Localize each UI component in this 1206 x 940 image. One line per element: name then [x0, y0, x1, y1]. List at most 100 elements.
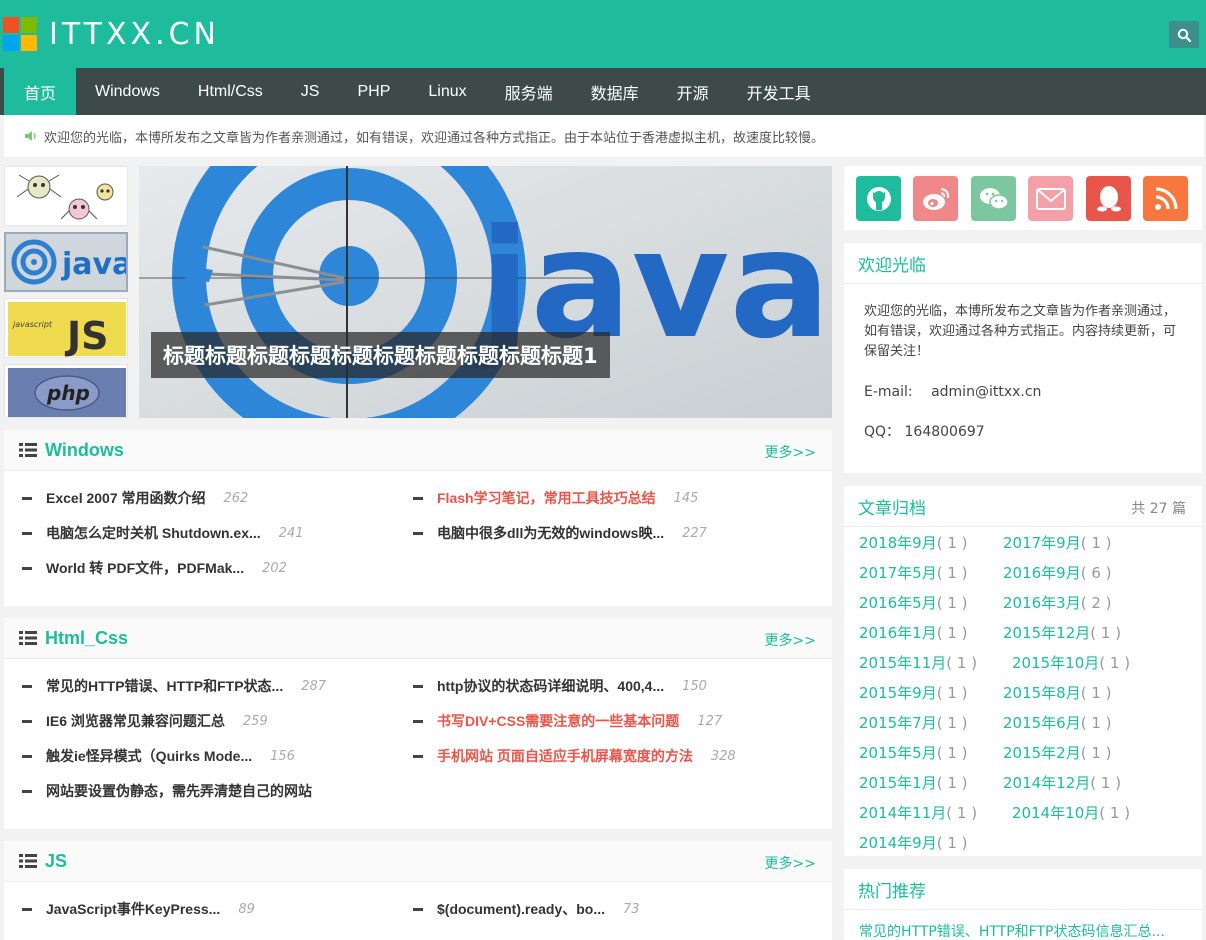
slider-thumb-php[interactable]: php — [4, 364, 128, 418]
archive-link[interactable]: 2015年12月( 1 ) — [1003, 622, 1121, 643]
section-header: JS 更多>> — [4, 841, 832, 882]
archive-link[interactable]: 2014年12月( 1 ) — [1003, 772, 1121, 793]
list-item[interactable]: 书写DIV+CSS需要注意的一些基本问题 127 — [413, 711, 722, 731]
more-link[interactable]: 更多>> — [765, 630, 816, 650]
list-item[interactable]: 手机网站 页面自适应手机屏幕宽度的方法 328 — [413, 746, 736, 766]
slide-caption[interactable]: 标题标题标题标题标题标题标题标题标题标题1 — [151, 332, 610, 378]
more-link[interactable]: 更多>> — [765, 442, 816, 462]
archive-link[interactable]: 2014年9月( 1 ) — [859, 832, 968, 853]
nav-item-php[interactable]: PHP — [338, 68, 409, 115]
archive-count: 共 27 篇 — [1131, 501, 1186, 517]
list-icon — [19, 854, 37, 868]
social-links — [844, 166, 1202, 230]
java-target-icon: java — [6, 234, 126, 290]
github-icon — [866, 186, 891, 211]
nav-item-js[interactable]: JS — [282, 68, 339, 115]
archive-link[interactable]: 2016年3月( 2 ) — [1003, 592, 1112, 613]
list-item[interactable]: $(document).ready、bo... 73 — [413, 899, 640, 919]
slider-thumb-java[interactable]: java — [4, 232, 128, 292]
qq-link[interactable] — [1086, 176, 1131, 221]
archive-link[interactable]: 2015年2月( 1 ) — [1003, 742, 1112, 763]
hot-item[interactable]: 常见的HTTP错误、HTTP和FTP状态码信息汇总... — [859, 921, 1189, 940]
archive-link[interactable]: 2016年5月( 1 ) — [859, 592, 968, 613]
qq-value: 164800697 — [904, 424, 985, 440]
list-item[interactable]: http协议的状态码详细说明、400,4... 150 — [413, 676, 707, 696]
list-item[interactable]: 电脑中很多dll为无效的windows映... 227 — [413, 523, 707, 543]
welcome-text: 欢迎您的光临，本博所发布之文章皆为作者亲测通过，如有错误，欢迎通过各种方式指正。… — [864, 304, 1177, 359]
site-logo[interactable]: ITTXX.CN — [3, 17, 220, 52]
archive-link[interactable]: 2014年11月( 1 ) — [859, 802, 977, 823]
slider-thumb-spiders[interactable] — [4, 166, 128, 226]
github-link[interactable] — [856, 176, 901, 221]
slider-thumb-js[interactable]: javascript JS — [4, 298, 128, 358]
archive-link[interactable]: 2015年6月( 1 ) — [1003, 712, 1112, 733]
nav-item-open-source[interactable]: 开源 — [658, 68, 728, 115]
archive-link[interactable]: 2015年9月( 1 ) — [859, 682, 968, 703]
hot-box: 热门推荐 常见的HTTP错误、HTTP和FTP状态码信息汇总... — [844, 869, 1202, 940]
archive-link[interactable]: 2015年5月( 1 ) — [859, 742, 968, 763]
logo-mark-icon — [3, 17, 38, 52]
weibo-link[interactable] — [913, 176, 958, 221]
list-item[interactable]: 触发ie怪异模式（Quirks Mode... 156 — [22, 746, 295, 766]
nav-item-server[interactable]: 服务端 — [486, 68, 572, 115]
list-item[interactable]: JavaScript事件KeyPress... 89 — [22, 899, 255, 919]
site-header: ITTXX.CN — [0, 0, 1206, 68]
list-item[interactable]: Flash学习笔记，常用工具技巧总结 145 — [413, 488, 698, 508]
thumb-java-label: java — [61, 247, 126, 282]
archive-link[interactable]: 2014年10月( 1 ) — [1012, 802, 1130, 823]
weibo-icon — [922, 187, 949, 210]
email-label: E-mail: — [864, 384, 913, 400]
section-title[interactable]: Html_Css — [45, 628, 128, 649]
js-logo-icon: javascript JS — [8, 302, 126, 358]
list-icon — [19, 443, 37, 457]
archive-link[interactable]: 2016年1月( 1 ) — [859, 622, 968, 643]
hot-header: 热门推荐 — [844, 869, 1202, 910]
archive-link[interactable]: 2015年11月( 1 ) — [859, 652, 977, 673]
mail-link[interactable] — [1028, 176, 1073, 221]
nav-item-linux[interactable]: Linux — [409, 68, 485, 115]
featured-slider[interactable]: java 标题标题标题标题标题标题标题标题标题标题1 — [139, 166, 832, 418]
section-title[interactable]: JS — [45, 851, 67, 872]
list-item[interactable]: World 转 PDF文件，PDFMak... 202 — [22, 558, 287, 578]
archive-link[interactable]: 2015年10月( 1 ) — [1012, 652, 1130, 673]
archive-link[interactable]: 2015年8月( 1 ) — [1003, 682, 1112, 703]
nav-item-home[interactable]: 首页 — [4, 68, 76, 115]
archive-link[interactable]: 2018年9月( 1 ) — [859, 532, 968, 553]
list-item[interactable]: 电脑怎么定时关机 Shutdown.ex... 241 — [22, 523, 304, 543]
php-logo-icon: php — [8, 368, 126, 417]
welcome-header: 欢迎光临 — [844, 243, 1202, 284]
main-nav: 首页 Windows Html/Css JS PHP Linux 服务端 数据库… — [0, 68, 1206, 115]
archive-header: 文章归档 共 27 篇 — [844, 486, 1202, 527]
archive-link[interactable]: 2017年5月( 1 ) — [859, 562, 968, 583]
nav-item-dev-tools[interactable]: 开发工具 — [728, 68, 830, 115]
list-item[interactable]: 网站要设置伪静态，需先弄清楚自己的网站 — [22, 781, 312, 801]
list-icon — [19, 631, 37, 645]
welcome-title: 欢迎光临 — [858, 255, 926, 276]
section-html-css: Html_Css 更多>> 常见的HTTP错误、HTTP和FTP状态... 287… — [4, 618, 832, 829]
slide-image: java — [139, 166, 832, 418]
nav-item-windows[interactable]: Windows — [76, 68, 179, 115]
archive-link[interactable]: 2015年7月( 1 ) — [859, 712, 968, 733]
search-icon — [1177, 28, 1191, 42]
section-title[interactable]: Windows — [45, 440, 124, 461]
archive-link[interactable]: 2015年1月( 1 ) — [859, 772, 968, 793]
notice-bar: 欢迎您的光临，本博所发布之文章皆为作者亲测通过，如有错误，欢迎通过各种方式指正。… — [4, 115, 1204, 157]
archive-box: 文章归档 共 27 篇 2018年9月( 1 ) 2017年9月( 1 ) 20… — [844, 486, 1202, 856]
archive-link[interactable]: 2016年9月( 6 ) — [1003, 562, 1112, 583]
wechat-link[interactable] — [971, 176, 1016, 221]
qq-label: QQ： — [864, 424, 901, 440]
notice-text: 欢迎您的光临，本博所发布之文章皆为作者亲测通过，如有错误，欢迎通过各种方式指正。… — [44, 130, 825, 146]
nav-item-database[interactable]: 数据库 — [572, 68, 658, 115]
list-item[interactable]: IE6 浏览器常见兼容问题汇总 259 — [22, 711, 268, 731]
section-windows: Windows 更多>> Excel 2007 常用函数介绍 262 Flash学… — [4, 430, 832, 606]
rss-link[interactable] — [1143, 176, 1188, 221]
more-link[interactable]: 更多>> — [765, 853, 816, 873]
speaker-icon — [24, 130, 38, 142]
archive-link[interactable]: 2017年9月( 1 ) — [1003, 532, 1112, 553]
email-value[interactable]: admin@ittxx.cn — [931, 384, 1041, 400]
list-item[interactable]: 常见的HTTP错误、HTTP和FTP状态... 287 — [22, 676, 326, 696]
list-item[interactable]: Excel 2007 常用函数介绍 262 — [22, 488, 248, 508]
search-button[interactable] — [1169, 21, 1199, 48]
thumb-js-label: JS — [64, 314, 109, 358]
nav-item-html-css[interactable]: Html/Css — [179, 68, 282, 115]
